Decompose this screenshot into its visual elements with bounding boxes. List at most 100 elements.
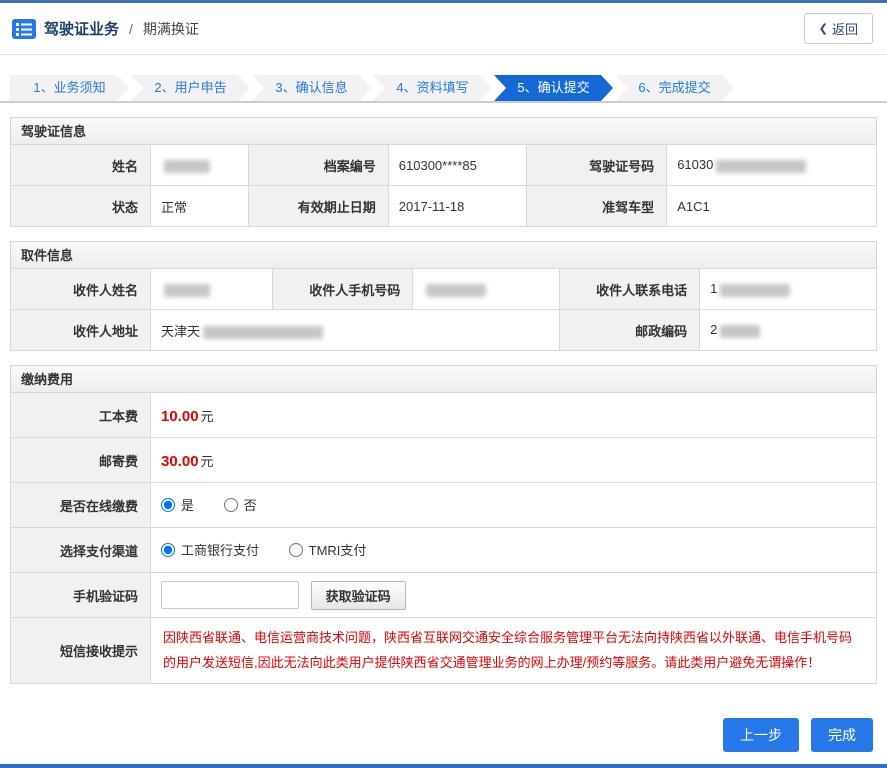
step-wizard: 1、业务须知 2、用户申告 3、确认信息 4、资料填写 5、确认提交 6、完成提… — [0, 75, 887, 103]
recipient-address-value: 天津天 — [149, 309, 561, 351]
sms-code-row: 获取验证码 — [150, 572, 877, 618]
production-fee-value: 10.00 元 — [150, 392, 877, 438]
table-row: 姓名 档案编号 610300****85 驾驶证号码 61030 — [10, 144, 877, 186]
redacted-recipient-mobile — [426, 283, 487, 297]
chevron-left-icon: ❮ — [818, 23, 828, 35]
online-payment-label: 是否在线缴费 — [10, 482, 151, 528]
online-yes-label: 是 — [181, 498, 195, 514]
redacted-name — [164, 159, 210, 173]
page: 驾驶证业务 / 期满换证 ❮ 返回 1、业务须知 2、用户申告 3、确认信息 4… — [0, 0, 887, 768]
license-section-title: 驾驶证信息 — [10, 117, 877, 145]
mailing-fee-amount: 30.00 — [161, 452, 199, 470]
mailing-fee-unit: 元 — [200, 453, 214, 469]
mailing-fee-label: 邮寄费 — [10, 437, 151, 483]
pickup-info-table: 收件人姓名 收件人手机号码 收件人联系电话 1 收件人地址 天津天 邮政编码 2 — [10, 268, 877, 351]
license-info-section: 驾驶证信息 姓名 档案编号 610300****85 驾驶证号码 61030 状… — [10, 117, 877, 227]
online-no-radio[interactable] — [223, 497, 238, 512]
redacted-license-number — [716, 159, 807, 173]
production-fee-unit: 元 — [200, 408, 214, 424]
table-row: 选择支付渠道 工商银行支付 TMRI支付 — [10, 527, 877, 573]
step-6-complete-submit: 6、完成提交 — [615, 75, 734, 101]
recipient-mobile-value — [412, 268, 561, 310]
recipient-name-label: 收件人姓名 — [10, 268, 151, 310]
table-row: 手机验证码 获取验证码 — [10, 572, 877, 618]
icbc-pay-option[interactable]: 工商银行支付 — [161, 540, 259, 559]
production-fee-label: 工本费 — [10, 392, 151, 438]
sms-notice-cell: 因陕西省联通、电信运营商技术问题，陕西省互联网交通安全综合服务管理平台无法向持陕… — [150, 617, 877, 684]
mailing-fee-value: 30.00 元 — [150, 437, 877, 483]
header: 驾驶证业务 / 期满换证 ❮ 返回 — [0, 3, 887, 55]
table-row: 状态 正常 有效期止日期 2017-11-18 准驾车型 A1C1 — [10, 185, 877, 227]
status-value: 正常 — [150, 185, 249, 227]
fees-section: 缴纳费用 工本费 10.00 元 邮寄费 30.00 元 是否在线缴费 是 否 … — [10, 365, 877, 684]
license-number-value: 61030 — [666, 144, 877, 186]
sms-code-input[interactable] — [161, 581, 299, 609]
recipient-address-label: 收件人地址 — [10, 309, 151, 351]
table-row: 收件人姓名 收件人手机号码 收件人联系电话 1 — [10, 268, 877, 310]
recipient-name-value — [149, 268, 274, 310]
online-yes-option[interactable]: 是 — [161, 495, 194, 514]
table-row: 是否在线缴费 是 否 — [10, 482, 877, 528]
license-number-label: 驾驶证号码 — [526, 144, 668, 186]
online-yes-radio[interactable] — [161, 497, 175, 512]
tmri-pay-label: TMRI支付 — [308, 543, 367, 559]
step-1-business-notes: 1、业务须知 — [10, 75, 129, 101]
vehicle-type-value: A1C1 — [666, 185, 877, 227]
get-code-button[interactable]: 获取验证码 — [310, 580, 406, 610]
sms-notice-text: 因陕西省联通、电信运营商技术问题，陕西省互联网交通安全综合服务管理平台无法向持陕… — [163, 629, 853, 670]
redacted-recipient-phone — [720, 283, 791, 297]
recipient-phone-label: 收件人联系电话 — [559, 268, 701, 310]
breadcrumb: 驾驶证业务 / 期满换证 — [12, 18, 199, 39]
sms-code-label: 手机验证码 — [10, 572, 151, 618]
step-5-confirm-submit: 5、确认提交 — [494, 75, 613, 101]
file-number-value: 610300****85 — [387, 144, 528, 186]
document-list-icon — [12, 18, 36, 39]
page-title: 驾驶证业务 — [44, 21, 120, 38]
redacted-recipient-address — [203, 325, 324, 339]
table-row: 工本费 10.00 元 — [10, 392, 877, 438]
license-info-table: 姓名 档案编号 610300****85 驾驶证号码 61030 状态 正常 有… — [10, 144, 877, 227]
file-number-label: 档案编号 — [247, 144, 389, 186]
pickup-section-title: 取件信息 — [10, 241, 877, 269]
pickup-info-section: 取件信息 收件人姓名 收件人手机号码 收件人联系电话 1 收件人地址 天津天 邮… — [10, 241, 877, 351]
payment-channel-label: 选择支付渠道 — [10, 527, 151, 573]
step-4-fill-data: 4、资料填写 — [373, 75, 492, 101]
recipient-phone-value: 1 — [699, 268, 877, 310]
production-fee-amount: 10.00 — [161, 407, 199, 425]
tmri-pay-option[interactable]: TMRI支付 — [288, 540, 367, 559]
redacted-recipient-name — [164, 283, 210, 297]
finish-button[interactable]: 完成 — [811, 718, 873, 752]
sms-notice-label: 短信接收提示 — [10, 617, 151, 684]
bottom-accent-bar — [0, 764, 887, 768]
postal-code-prefix: 2 — [710, 322, 718, 338]
footer-actions: 上一步 完成 — [0, 684, 887, 752]
expiry-label: 有效期止日期 — [247, 185, 389, 227]
online-no-label: 否 — [243, 498, 257, 514]
previous-step-button[interactable]: 上一步 — [723, 718, 799, 752]
status-label: 状态 — [10, 185, 151, 227]
breadcrumb-current: 期满换证 — [142, 20, 199, 37]
expiry-value: 2017-11-18 — [387, 185, 528, 227]
online-payment-options: 是 否 — [150, 482, 877, 528]
online-no-option[interactable]: 否 — [223, 495, 257, 514]
recipient-mobile-label: 收件人手机号码 — [272, 268, 414, 310]
recipient-address-prefix: 天津天 — [161, 323, 201, 339]
back-button[interactable]: ❮ 返回 — [803, 13, 873, 44]
license-number-prefix: 61030 — [677, 157, 714, 173]
step-2-user-declaration: 2、用户申告 — [131, 75, 250, 101]
back-label: 返回 — [831, 22, 858, 37]
postal-code-value: 2 — [699, 309, 877, 351]
table-row: 短信接收提示 因陕西省联通、电信运营商技术问题，陕西省互联网交通安全综合服务管理… — [10, 617, 877, 684]
icbc-pay-label: 工商银行支付 — [181, 543, 260, 559]
name-label: 姓名 — [10, 144, 151, 186]
step-3-confirm-info: 3、确认信息 — [252, 75, 371, 101]
table-row: 收件人地址 天津天 邮政编码 2 — [10, 309, 877, 351]
table-row: 邮寄费 30.00 元 — [10, 437, 877, 483]
recipient-phone-prefix: 1 — [710, 281, 718, 297]
name-value — [150, 144, 249, 186]
postal-code-label: 邮政编码 — [559, 309, 701, 351]
breadcrumb-separator: / — [129, 20, 133, 37]
tmri-pay-radio[interactable] — [288, 542, 303, 557]
redacted-postal-code — [720, 324, 761, 338]
icbc-pay-radio[interactable] — [161, 542, 175, 557]
